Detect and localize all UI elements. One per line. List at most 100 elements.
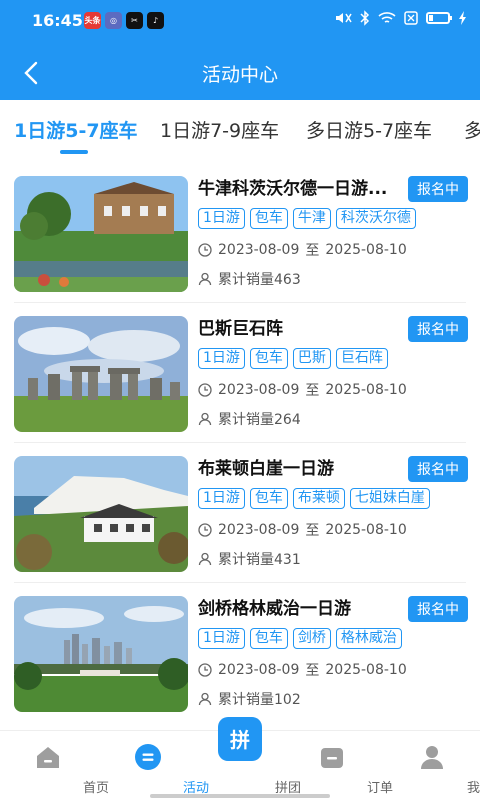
tag: 1日游 xyxy=(198,208,245,229)
date-separator: 至 xyxy=(305,663,320,679)
tag: 包车 xyxy=(249,348,288,369)
date-start: 2023-08-09 xyxy=(218,522,300,538)
status-badge[interactable]: 报名中 xyxy=(408,316,468,342)
tag: 包车 xyxy=(249,628,288,649)
sales-info: 累计销量264 xyxy=(198,409,301,429)
tab-1day-5-7-seat[interactable]: 1日游5-7座车 xyxy=(14,116,138,143)
profile-icon xyxy=(421,746,443,769)
activity-icon xyxy=(135,744,161,770)
status-badge[interactable]: 报名中 xyxy=(408,596,468,622)
activity-title: 布莱顿白崖一日游 xyxy=(198,459,334,479)
tag: 巴斯 xyxy=(292,348,331,369)
active-tab-indicator xyxy=(60,150,88,154)
tab-1day-7-9-seat[interactable]: 1日游7-9座车 xyxy=(160,116,279,143)
tag: 剑桥 xyxy=(292,628,331,649)
status-badge[interactable]: 报名中 xyxy=(408,456,468,482)
tag: 包车 xyxy=(249,488,288,509)
date-range: 2023-08-09 至 2025-08-10 xyxy=(198,660,407,680)
wifi-icon xyxy=(378,12,396,23)
user-icon xyxy=(198,272,212,286)
home-icon xyxy=(37,747,59,768)
category-tabs: 1日游5-7座车 1日游7-9座车 多日游5-7座车 多 xyxy=(0,100,480,162)
nav-profile-label: 我的 xyxy=(466,781,480,796)
status-time: 16:45 xyxy=(32,11,83,30)
user-icon xyxy=(198,412,212,426)
activity-thumbnail xyxy=(14,596,188,712)
activity-title: 巴斯巨石阵 xyxy=(198,319,283,339)
activity-title: 牛津科茨沃尔德一日游... xyxy=(198,179,388,199)
sales-count: 累计销量264 xyxy=(218,412,301,428)
clock-icon xyxy=(198,243,212,257)
activity-thumbnail xyxy=(14,456,188,572)
system-status-icons xyxy=(334,10,468,26)
activity-thumbnail xyxy=(14,316,188,432)
battery-icon xyxy=(426,12,452,24)
tab-more[interactable]: 多 xyxy=(464,116,480,143)
user-icon xyxy=(198,692,212,706)
list-item[interactable]: 巴斯巨石阵 报名中 1日游 包车 巴斯 巨石阵 2023-08-09 至 202… xyxy=(0,302,480,442)
home-indicator xyxy=(150,794,330,798)
tag: 七姐妹白崖 xyxy=(349,488,430,509)
tag-list: 1日游 包车 牛津 科茨沃尔德 xyxy=(198,208,416,229)
date-end: 2025-08-10 xyxy=(325,662,407,678)
user-icon xyxy=(198,552,212,566)
capcut-app-icon: ✂ xyxy=(126,12,143,29)
order-icon xyxy=(321,748,343,768)
date-separator: 至 xyxy=(305,523,320,539)
date-separator: 至 xyxy=(305,383,320,399)
date-start: 2023-08-09 xyxy=(218,382,300,398)
date-range: 2023-08-09 至 2025-08-10 xyxy=(198,380,407,400)
date-end: 2025-08-10 xyxy=(325,242,407,258)
tag-list: 1日游 包车 布莱顿 七姐妹白崖 xyxy=(198,488,430,509)
date-start: 2023-08-09 xyxy=(218,242,300,258)
sim-icon xyxy=(404,11,418,25)
nav-home-label: 首页 xyxy=(82,781,109,796)
tag: 1日游 xyxy=(198,348,245,369)
list-item[interactable]: 牛津科茨沃尔德一日游... 报名中 1日游 包车 牛津 科茨沃尔德 2023-0… xyxy=(0,162,480,302)
bottom-tab-bar: 首页 活动 拼 拼团 订单 我的 xyxy=(0,717,480,800)
tag: 1日游 xyxy=(198,628,245,649)
sales-info: 累计销量102 xyxy=(198,689,301,709)
music-app-icon: ♪ xyxy=(147,12,164,29)
list-item[interactable]: 布莱顿白崖一日游 报名中 1日游 包车 布莱顿 七姐妹白崖 2023-08-09… xyxy=(0,442,480,582)
header-bar: 16:45 头条 ◎ ✂ ♪ 活动中心 xyxy=(0,0,480,100)
activity-list: 牛津科茨沃尔德一日游... 报名中 1日游 包车 牛津 科茨沃尔德 2023-0… xyxy=(0,162,480,722)
tab-multiday-5-7-seat[interactable]: 多日游5-7座车 xyxy=(306,116,432,143)
mute-icon xyxy=(336,13,352,23)
tag: 包车 xyxy=(249,208,288,229)
app-notification-icon: ◎ xyxy=(105,12,122,29)
nav-orders-label: 订单 xyxy=(366,781,393,796)
bluetooth-icon xyxy=(360,10,370,26)
sales-info: 累计销量463 xyxy=(198,269,301,289)
activity-title: 剑桥格林威治一日游 xyxy=(198,599,351,619)
status-bar: 16:45 头条 ◎ ✂ ♪ xyxy=(0,0,480,42)
date-separator: 至 xyxy=(305,243,320,259)
clock-icon xyxy=(198,663,212,677)
date-range: 2023-08-09 至 2025-08-10 xyxy=(198,520,407,540)
tag: 布莱顿 xyxy=(292,488,345,509)
notification-app-icons: 头条 ◎ ✂ ♪ xyxy=(84,12,164,29)
group-buy-icon: 拼 xyxy=(218,717,262,761)
sales-count: 累计销量102 xyxy=(218,692,301,708)
charging-icon xyxy=(459,11,466,25)
date-end: 2025-08-10 xyxy=(325,382,407,398)
page-title: 活动中心 xyxy=(201,64,278,86)
clock-icon xyxy=(198,383,212,397)
date-end: 2025-08-10 xyxy=(325,522,407,538)
tag: 1日游 xyxy=(198,488,245,509)
activity-thumbnail xyxy=(14,176,188,292)
date-start: 2023-08-09 xyxy=(218,662,300,678)
list-item[interactable]: 剑桥格林威治一日游 报名中 1日游 包车 剑桥 格林威治 2023-08-09 … xyxy=(0,582,480,722)
date-range: 2023-08-09 至 2025-08-10 xyxy=(198,240,407,260)
status-badge[interactable]: 报名中 xyxy=(408,176,468,202)
sales-count: 累计销量431 xyxy=(218,552,301,568)
tag: 巨石阵 xyxy=(335,348,388,369)
tag: 牛津 xyxy=(292,208,331,229)
sales-info: 累计销量431 xyxy=(198,549,301,569)
tag-list: 1日游 包车 剑桥 格林威治 xyxy=(198,628,402,649)
clock-icon xyxy=(198,523,212,537)
sales-count: 累计销量463 xyxy=(218,272,301,288)
tag-list: 1日游 包车 巴斯 巨石阵 xyxy=(198,348,388,369)
toutiao-app-icon: 头条 xyxy=(84,12,101,29)
tag: 科茨沃尔德 xyxy=(335,208,416,229)
